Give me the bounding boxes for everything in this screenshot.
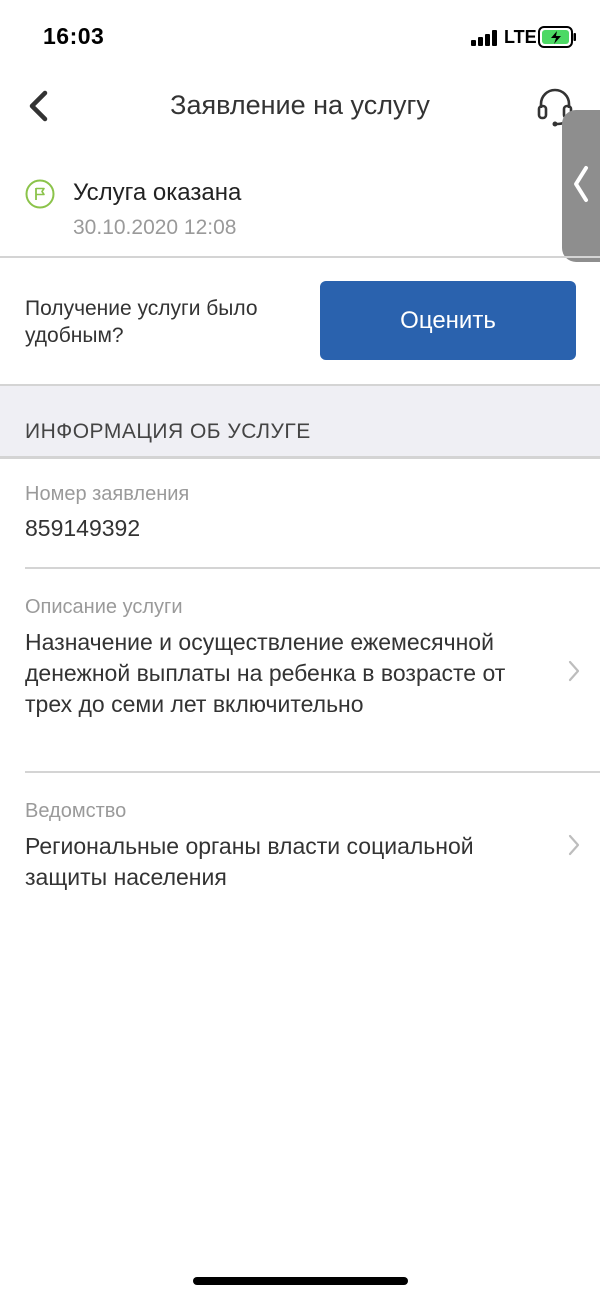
battery-icon bbox=[538, 26, 576, 48]
section-title: ИНФОРМАЦИЯ ОБ УСЛУГЕ bbox=[25, 420, 311, 443]
status-bar: 16:03 LTE bbox=[0, 0, 600, 70]
service-status: Услуга оказана 30.10.2020 12:08 bbox=[0, 160, 600, 256]
page-title: Заявление на услугу bbox=[170, 90, 430, 120]
chevron-right-icon bbox=[568, 660, 580, 682]
field-label: Описание услуги bbox=[25, 596, 183, 618]
status-date: 30.10.2020 12:08 bbox=[73, 216, 237, 239]
status-time: 16:03 bbox=[43, 23, 105, 49]
nav-bar: Заявление на услугу bbox=[0, 70, 600, 142]
rate-button[interactable]: Оценить bbox=[320, 281, 576, 360]
status-title: Услуга оказана bbox=[73, 179, 242, 206]
rating-question: Получение услуги было удобным? bbox=[25, 297, 258, 347]
flag-icon bbox=[25, 179, 55, 209]
service-description: Назначение и осуществление ежемесячной д… bbox=[25, 629, 506, 717]
network-type: LTE bbox=[504, 27, 537, 47]
rating-row: Получение услуги было удобным? Оценить bbox=[0, 258, 600, 384]
divider bbox=[0, 456, 600, 459]
field-label: Ведомство bbox=[25, 800, 127, 822]
chevron-right-icon bbox=[568, 834, 580, 856]
agency-name: Региональные органы власти социальной за… bbox=[25, 833, 474, 890]
section-header: ИНФОРМАЦИЯ ОБ УСЛУГЕ bbox=[0, 386, 600, 457]
field-label: Номер заявления bbox=[25, 483, 190, 505]
signal-icon bbox=[471, 30, 497, 46]
application-number: 859149392 bbox=[25, 515, 141, 541]
home-indicator[interactable] bbox=[193, 1277, 408, 1285]
